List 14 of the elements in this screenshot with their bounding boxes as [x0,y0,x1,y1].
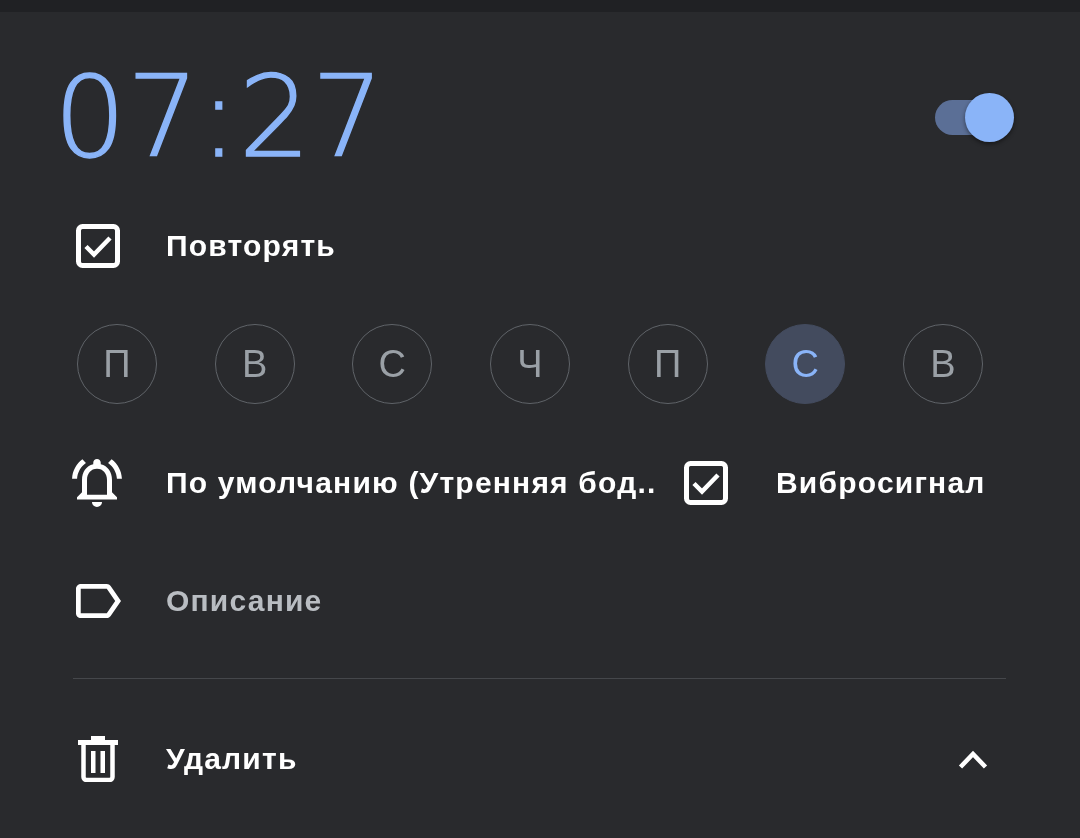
repeat-checkbox[interactable] [76,224,120,268]
trash-icon [78,736,118,782]
repeat-label: Повторять [166,229,336,263]
vibrate-checkbox[interactable] [684,461,728,505]
day-button[interactable]: С [765,324,846,404]
delete-button[interactable]: Удалить [78,736,298,782]
vibrate-label: Вибросигнал [776,466,986,500]
label-tag-icon [76,584,121,618]
alarm-toggle[interactable] [935,92,1014,142]
description-field[interactable]: Описание [166,579,666,623]
ringtone-button[interactable]: По умолчанию (Утренняя бод.. [166,461,684,505]
alarm-time[interactable]: 07:27 [54,60,385,174]
chevron-up-icon[interactable] [958,749,988,769]
bell-icon [72,459,122,507]
